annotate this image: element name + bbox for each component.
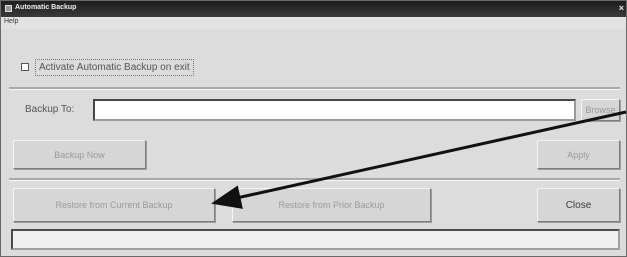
annotation-arrow-icon [211, 110, 627, 209]
annotation-overlay [211, 110, 627, 209]
